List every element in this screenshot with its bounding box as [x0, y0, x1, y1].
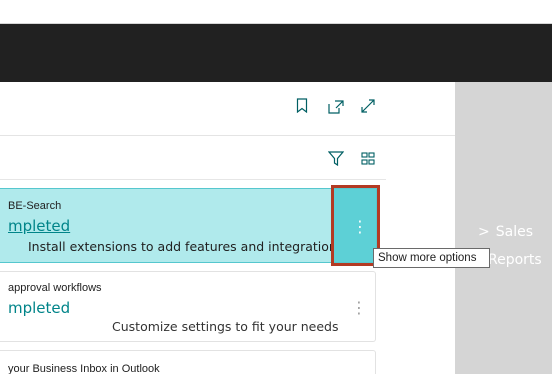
panel-header [0, 82, 455, 136]
row-status-link[interactable]: mpleted [8, 299, 70, 317]
tooltip: Show more options [373, 248, 490, 268]
row-title: BE-Search [8, 200, 62, 212]
list-item[interactable]: approval workflows mpleted Customize set… [0, 271, 376, 342]
tile-layout-icon[interactable] [361, 152, 375, 165]
bookmark-icon[interactable] [296, 98, 308, 113]
title-strip [0, 0, 552, 24]
app-navigation-bar [0, 24, 552, 82]
nav-link-reports[interactable]: Reports [488, 252, 542, 268]
row-description: Install extensions to add features and i… [28, 239, 344, 254]
expand-icon[interactable] [360, 98, 376, 114]
nav-link-label: Sales [495, 224, 533, 240]
chevron-right-icon: > [478, 224, 490, 240]
open-in-new-window-icon[interactable] [328, 100, 344, 114]
list-toolbar-divider [0, 179, 386, 180]
row-title: approval workflows [8, 282, 102, 294]
row-description: Customize settings to fit your needs [112, 319, 339, 334]
row-title: your Business Inbox in Outlook [8, 363, 160, 374]
more-options-icon[interactable]: ⋮ [351, 300, 367, 316]
row-status-link[interactable]: mpleted [8, 217, 70, 235]
nav-link-sales[interactable]: > Sales [478, 224, 533, 240]
filter-icon[interactable] [328, 151, 344, 166]
list-item[interactable]: BE-Search mpleted Install extensions to … [0, 188, 376, 263]
list-item[interactable]: your Business Inbox in Outlook [0, 350, 376, 374]
